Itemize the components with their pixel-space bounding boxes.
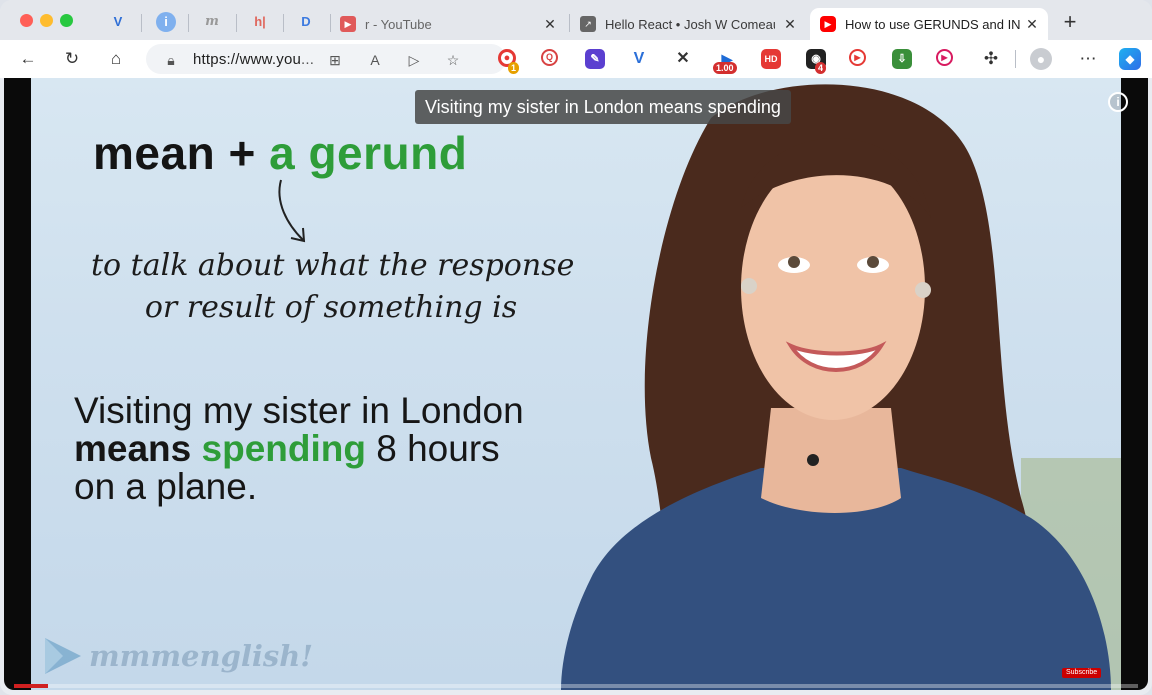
close-tab-icon[interactable]: ✕ — [1024, 16, 1040, 32]
tab-title: How to use GERUNDS and INFINITIVES — [845, 16, 1021, 32]
ellipsis-icon: ⋯ — [1079, 49, 1097, 68]
tab-title: Hello React • Josh W Comeau — [605, 16, 775, 32]
info-button[interactable]: i — [1108, 92, 1128, 112]
video-player[interactable]: mean + a gerund to talk about what the r… — [4, 78, 1148, 690]
home-button[interactable]: ⌂ — [105, 48, 127, 70]
tab-separator — [141, 14, 142, 32]
formula-lead: mean + — [93, 127, 270, 179]
puzzle-icon: ✣ — [983, 49, 999, 68]
pinned-tab-d[interactable]: D — [296, 12, 316, 32]
v-logo-icon: V — [113, 14, 123, 29]
youtube-icon: ▶ — [340, 16, 356, 32]
progress-fill — [14, 684, 48, 688]
v-extension-icon[interactable]: V — [629, 49, 649, 69]
pinned-tab-info[interactable]: i — [156, 12, 176, 32]
back-button[interactable]: ← — [17, 48, 39, 70]
tab-youtube-r[interactable]: ▶ r - YouTube ✕ — [340, 8, 566, 40]
video-frame[interactable]: mean + a gerund to talk about what the r… — [31, 78, 1121, 690]
lock-icon[interactable]: 🔒︎ — [162, 51, 180, 69]
tab-hello-react[interactable]: ↗ Hello React • Josh W Comeau ✕ — [580, 8, 806, 40]
immersive-reader-icon[interactable]: ▷ — [405, 51, 423, 69]
example-spending: spending — [201, 428, 366, 469]
new-tab-button[interactable]: + — [1059, 11, 1081, 33]
example-rest: 8 hours — [365, 428, 500, 469]
note-line-2: or result of something is — [144, 290, 518, 325]
progress-bar[interactable] — [14, 684, 1138, 688]
arrow-left-icon: ← — [19, 49, 37, 68]
presenter-image — [561, 84, 1121, 690]
cross-extension-icon[interactable]: ✕ — [673, 49, 693, 69]
info-circle-icon: i — [164, 14, 168, 29]
maximize-window-button[interactable] — [60, 14, 73, 27]
pen-extension-icon[interactable]: ✎ — [585, 49, 605, 69]
url-ellipsis: ... — [301, 51, 315, 68]
pinned-tab-h[interactable]: h| — [250, 12, 270, 32]
example-line-2: means spending 8 hours — [74, 430, 500, 468]
hd-label: HD — [764, 54, 778, 64]
minimize-window-button[interactable] — [40, 14, 53, 27]
address-bar[interactable]: 🔒︎ https://www.you... ⊞ A ▷ ☆ — [146, 44, 506, 74]
tab-separator — [330, 14, 331, 32]
external-link-icon: ↗ — [580, 16, 596, 32]
close-tab-icon[interactable]: ✕ — [782, 16, 798, 32]
person-icon: ● — [1036, 51, 1046, 67]
toolbar: ← ↻ ⌂ 🔒︎ https://www.you... ⊞ A ▷ ☆ ● 1 … — [0, 40, 1152, 78]
toolbar-separator — [1015, 50, 1016, 68]
favorite-star-icon[interactable]: ☆ — [444, 51, 462, 69]
record-badge: 1 — [508, 62, 520, 74]
pinned-tab-m[interactable]: m — [202, 12, 222, 32]
refresh-icon: ↻ — [64, 49, 80, 68]
m-logo-icon: m — [205, 14, 219, 29]
subscribe-watermark[interactable]: Subscribe — [1062, 668, 1102, 678]
play-extension-icon[interactable]: ▶ — [936, 49, 953, 66]
h-logo-icon: h| — [254, 14, 266, 29]
tab-title: r - YouTube — [365, 16, 432, 32]
formula-heading: mean + a gerund — [93, 126, 467, 180]
profile-avatar[interactable]: ● — [1030, 48, 1052, 70]
tab-separator — [236, 14, 237, 32]
tab-strip: V i m h| D ▶ r - YouTube ✕ ↗ Hello React… — [0, 0, 1152, 44]
url-text[interactable]: https://www.you... — [193, 51, 314, 68]
channel-logo: mmmenglish! — [43, 634, 313, 678]
tab-separator — [569, 14, 570, 32]
extensions-button[interactable]: ✣ — [980, 48, 1002, 70]
search-extension-icon[interactable]: Q — [541, 49, 558, 66]
video-caption: Visiting my sister in London means spend… — [415, 90, 791, 124]
note-line-1: to talk about what the response — [91, 248, 575, 283]
example-line-1: Visiting my sister in London — [74, 390, 524, 431]
download-extension-icon[interactable]: ⇩ — [892, 49, 912, 69]
more-menu-button[interactable]: ⋯ — [1077, 48, 1099, 70]
example-line-3: on a plane. — [74, 466, 258, 507]
reload-button[interactable]: ↻ — [61, 48, 83, 70]
url-main: https://www.you — [193, 51, 302, 68]
tab-separator — [188, 14, 189, 32]
formula-gerund: a gerund — [269, 127, 468, 179]
copilot-button[interactable]: ◆ — [1119, 48, 1141, 70]
curved-arrow-icon — [278, 179, 306, 243]
close-tab-icon[interactable]: ✕ — [542, 16, 558, 32]
game-badge: 4 — [815, 62, 827, 74]
tab-gerunds-active[interactable]: ▶ How to use GERUNDS and INFINITIVES ✕ — [810, 8, 1048, 40]
info-icon: i — [1116, 95, 1120, 109]
play-logo-icon — [45, 638, 81, 674]
example-means: means — [74, 428, 192, 469]
browser-window: V i m h| D ▶ r - YouTube ✕ ↗ Hello React… — [0, 0, 1152, 695]
close-window-button[interactable] — [20, 14, 33, 27]
home-icon: ⌂ — [110, 49, 122, 68]
logo-text: mmmenglish! — [89, 639, 314, 673]
d-logo-icon: D — [301, 14, 311, 29]
speed-badge: 1.00 — [713, 62, 737, 74]
tab-separator — [283, 14, 284, 32]
copilot-icon: ◆ — [1125, 52, 1135, 66]
youtube-icon: ▶ — [820, 16, 836, 32]
read-aloud-icon[interactable]: A — [366, 51, 384, 69]
hd-extension-icon[interactable]: HD — [761, 49, 781, 69]
media-extension-icon[interactable]: ▶ — [849, 49, 866, 66]
pinned-tab-v[interactable]: V — [108, 12, 128, 32]
apps-icon[interactable]: ⊞ — [326, 51, 344, 69]
